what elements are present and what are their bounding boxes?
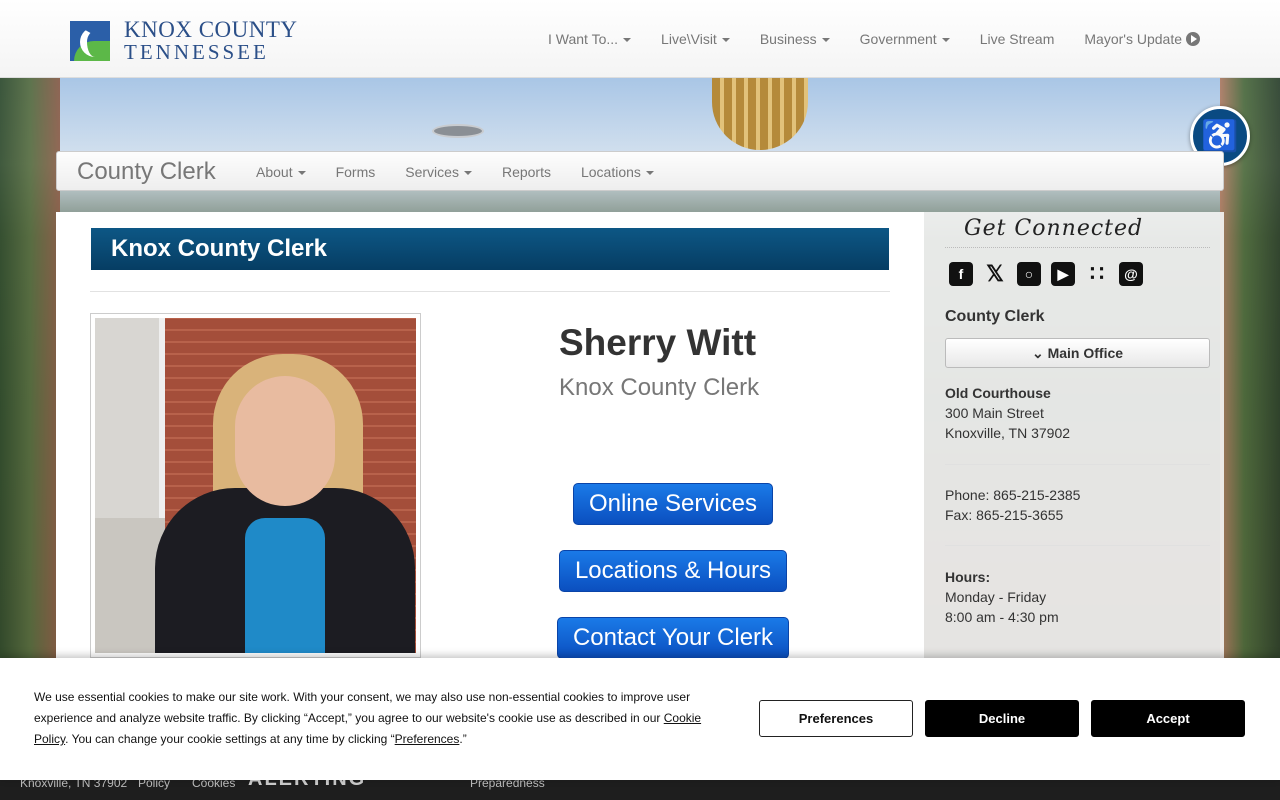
- contact-clerk-button[interactable]: Contact Your Clerk: [557, 617, 789, 659]
- clerk-name: Sherry Witt: [559, 322, 757, 363]
- cookie-message: We use essential cookies to make our sit…: [34, 687, 714, 750]
- subnav-forms[interactable]: Forms: [336, 164, 376, 180]
- office-building: Old Courthouse: [945, 385, 1051, 401]
- background-tree-left: [0, 78, 60, 658]
- sidebar-divider: [945, 464, 1210, 465]
- page-title: Knox County Clerk: [111, 235, 328, 262]
- divider: [90, 291, 890, 292]
- nav-business[interactable]: Business: [760, 31, 830, 47]
- logo-line-2: TENNESSEE: [124, 40, 269, 64]
- logo-text: KNOX COUNTY TENNESSEE: [124, 18, 298, 63]
- cookie-banner: We use essential cookies to make our sit…: [0, 658, 1280, 780]
- hours-days: Monday - Friday: [945, 589, 1047, 605]
- sunsphere-image: [712, 78, 808, 150]
- cookie-preferences-link[interactable]: Preferences: [395, 732, 460, 746]
- get-connected-heading: Get Connected: [964, 216, 1144, 241]
- main-content: Knox County Clerk Sherry Witt Knox Count…: [56, 212, 924, 659]
- youtube-icon[interactable]: ▶: [1051, 262, 1075, 286]
- chevron-down-icon: ⌄: [1031, 345, 1044, 361]
- office-fax: Fax: 865-215-3655: [945, 507, 1064, 523]
- cookie-text-1: We use essential cookies to make our sit…: [34, 690, 691, 725]
- subnav-locations[interactable]: Locations: [581, 164, 654, 180]
- nav-live-visit[interactable]: Live\Visit: [661, 31, 730, 47]
- office-phone: Phone: 865-215-2385: [945, 487, 1081, 503]
- subnav-services[interactable]: Services: [405, 164, 472, 180]
- instagram-icon[interactable]: ○: [1017, 262, 1041, 286]
- wheelchair-icon: ♿: [1201, 119, 1239, 153]
- facebook-icon[interactable]: f: [949, 262, 973, 286]
- locations-hours-button[interactable]: Locations & Hours: [559, 550, 787, 592]
- logo-line-1: KNOX COUNTY: [124, 17, 298, 42]
- sidebar-section-label: County Clerk: [945, 308, 1045, 325]
- nav-government[interactable]: Government: [860, 31, 950, 47]
- cookie-accept-button[interactable]: Accept: [1091, 700, 1245, 737]
- social-links: f 𝕏 ○ ▶ ∷ @: [949, 261, 1143, 286]
- nav-mayors-update[interactable]: Mayor's Update: [1084, 31, 1200, 47]
- office-contact: Phone: 865-215-2385 Fax: 865-215-3655: [945, 485, 1080, 525]
- subnav-reports[interactable]: Reports: [502, 164, 551, 180]
- office-hours: Hours: Monday - Friday 8:00 am - 4:30 pm: [945, 567, 1059, 627]
- main-office-label: Main Office: [1047, 345, 1124, 361]
- x-icon[interactable]: 𝕏: [983, 261, 1007, 286]
- nav-i-want-to[interactable]: I Want To...: [548, 31, 631, 47]
- office-street: 300 Main Street: [945, 405, 1044, 421]
- hours-label: Hours:: [945, 569, 991, 585]
- cookie-preferences-button[interactable]: Preferences: [759, 700, 913, 737]
- subnav-about[interactable]: About: [256, 164, 306, 180]
- sidebar: Get Connected f 𝕏 ○ ▶ ∷ @ County Clerk ⌄…: [924, 212, 1224, 658]
- clerk-photo: [90, 313, 421, 658]
- main-office-toggle[interactable]: ⌄ Main Office: [945, 338, 1210, 368]
- hours-time: 8:00 am - 4:30 pm: [945, 609, 1059, 625]
- logo-mark-icon: [70, 20, 110, 61]
- rss-icon[interactable]: ∷: [1085, 261, 1109, 286]
- sidebar-divider: [945, 545, 1210, 546]
- cookie-decline-button[interactable]: Decline: [925, 700, 1079, 737]
- site-header: KNOX COUNTY TENNESSEE I Want To... Live\…: [0, 0, 1280, 78]
- play-circle-icon: [1186, 32, 1200, 46]
- nav-mayors-update-label: Mayor's Update: [1084, 31, 1182, 47]
- background-tree-right: [1220, 78, 1280, 658]
- background-saucer: [432, 124, 484, 138]
- department-nav: County Clerk About Forms Services Report…: [56, 151, 1224, 191]
- email-icon[interactable]: @: [1119, 262, 1143, 286]
- department-brand[interactable]: County Clerk: [77, 158, 216, 186]
- nav-live-stream[interactable]: Live Stream: [980, 31, 1055, 47]
- page-heading-bar: Knox County Clerk: [91, 228, 889, 270]
- get-connected-divider: [945, 247, 1210, 248]
- office-address: Old Courthouse 300 Main Street Knoxville…: [945, 383, 1070, 443]
- cookie-text-3: .”: [459, 732, 467, 746]
- site-logo[interactable]: KNOX COUNTY TENNESSEE: [70, 18, 298, 63]
- clerk-title: Knox County Clerk: [559, 374, 760, 401]
- online-services-button[interactable]: Online Services: [573, 483, 773, 525]
- cookie-text-2: . You can change your cookie settings at…: [65, 732, 395, 746]
- main-nav: I Want To... Live\Visit Business Governm…: [548, 31, 1200, 47]
- office-city: Knoxville, TN 37902: [945, 425, 1071, 441]
